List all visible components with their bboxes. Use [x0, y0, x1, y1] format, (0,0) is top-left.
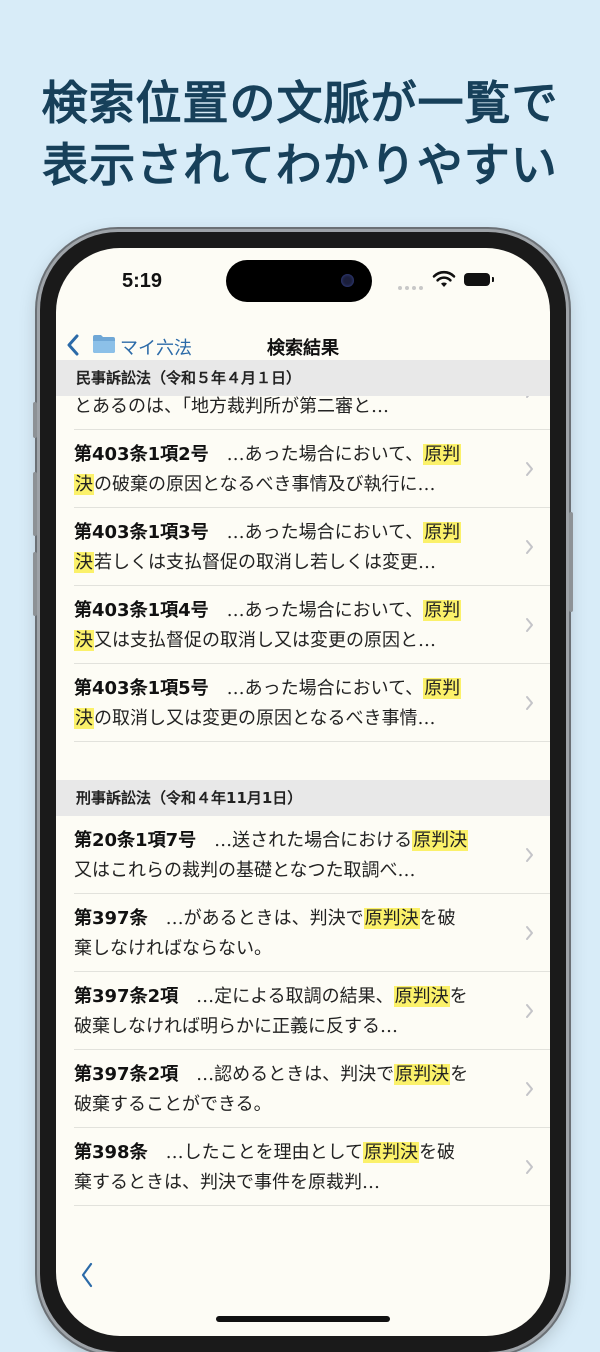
chevron-right-icon	[526, 848, 533, 862]
snippet-text: を	[450, 1064, 469, 1085]
result-row[interactable]: 第398条 …したことを理由として原判決を破棄するときは、判決で事件を原裁判…	[56, 1128, 550, 1206]
snippet-text: …送された場合における	[214, 830, 413, 851]
power-button	[569, 512, 573, 612]
article-label: 第397条	[74, 908, 148, 929]
article-label: 第397条2項	[74, 1064, 179, 1085]
status-time: 5:19	[122, 270, 163, 292]
article-label: 第403条1項2号	[74, 444, 209, 465]
snippet-text: …あった場合において、	[226, 678, 424, 699]
chevron-right-icon	[526, 462, 533, 476]
result-snippet: 第20条1項7号 …送された場合における原判決又はこれらの裁判の基礎となつた取調べ…	[74, 826, 494, 886]
snippet-text: の取消し又は変更の原因となるべき事情…	[94, 708, 436, 729]
home-indicator	[216, 1316, 390, 1322]
search-highlight: 原判	[423, 678, 462, 699]
search-highlight: 決	[74, 630, 94, 651]
phone-screen: 5:19 マイ六法 検索結果 民事訴訟法（令和５年４月１日）第327	[56, 248, 550, 1336]
search-highlight: 原判	[423, 600, 462, 621]
article-label: 第403条1項5号	[74, 678, 209, 699]
article-label: 第403条1項4号	[74, 600, 209, 621]
snippet-text: を破	[419, 908, 456, 929]
volume-down-button	[33, 552, 37, 616]
snippet-text: …したことを理由として	[165, 1142, 364, 1163]
promo-headline: 検索位置の文脈が一覧で 表示されてわかりやすい	[0, 72, 600, 196]
section-header: 刑事訴訟法（令和４年11月1日）	[56, 780, 550, 816]
result-snippet: 第403条1項2号 …あった場合において、原判決の破棄の原因となるべき事情及び執行…	[74, 440, 494, 500]
headline-line-2: 表示されてわかりやすい	[42, 138, 558, 192]
phone-frame: 5:19 マイ六法 検索結果 民事訴訟法（令和５年４月１日）第327	[33, 232, 573, 1352]
volume-up-button	[33, 472, 37, 536]
result-snippet: 第397条 …があるときは、判決で原判決を破棄しなければならない。	[74, 904, 494, 964]
snippet-text: …があるときは、判決で	[165, 908, 364, 929]
result-snippet: 第398条 …したことを理由として原判決を破棄するときは、判決で事件を原裁判…	[74, 1138, 494, 1198]
result-snippet: 第397条2項 …認めるときは、判決で原判決を破棄することができる。	[74, 1060, 494, 1120]
search-highlight: 原判決	[412, 830, 469, 851]
search-highlight: 原判決	[394, 1064, 451, 1085]
silent-switch	[33, 402, 37, 438]
result-row[interactable]: 第20条1項7号 …送された場合における原判決又はこれらの裁判の基礎となつた取調べ…	[56, 816, 550, 894]
search-results-list[interactable]: 民事訴訟法（令和５年４月１日）第327条2項…日二十一条第一項中「原判決」とある…	[56, 360, 550, 1220]
toolbar-back-icon[interactable]	[80, 1262, 94, 1288]
article-label: 第20条1項7号	[74, 830, 197, 851]
signal-icon	[398, 280, 430, 290]
chevron-right-icon	[526, 1160, 533, 1174]
snippet-text: 又はこれらの裁判の基礎となつた取調べ…	[74, 860, 416, 881]
camera-icon	[341, 274, 354, 287]
chevron-right-icon	[526, 540, 533, 554]
result-snippet: 第403条1項3号 …あった場合において、原判決若しくは支払督促の取消し若しくは変…	[74, 518, 494, 578]
snippet-text: とあるのは、「地方裁判所が第二審と…	[74, 396, 389, 417]
snippet-text: …定による取調の結果、	[196, 986, 394, 1007]
result-row[interactable]: 第403条1項4号 …あった場合において、原判決又は支払督促の取消し又は変更の原因…	[56, 586, 550, 664]
search-highlight: 決	[74, 708, 94, 729]
search-highlight: 決	[74, 474, 94, 495]
snippet-text: 棄するときは、判決で事件を原裁判…	[74, 1172, 380, 1193]
chevron-right-icon	[526, 1004, 533, 1018]
search-highlight: 原判	[423, 522, 462, 543]
wifi-icon	[432, 270, 456, 287]
snippet-text: …あった場合において、	[226, 600, 424, 621]
snippet-text: の破棄の原因となるべき事情及び執行に…	[94, 474, 436, 495]
search-highlight: 原判決	[363, 1142, 420, 1163]
search-highlight: 原判決	[393, 986, 450, 1007]
chevron-right-icon	[526, 696, 533, 710]
article-label: 第398条	[74, 1142, 148, 1163]
snippet-text: …認めるときは、判決で	[196, 1064, 395, 1085]
dynamic-island	[226, 260, 372, 302]
snippet-text: 破棄しなければ明らかに正義に反する…	[74, 1016, 398, 1037]
chevron-right-icon	[526, 618, 533, 632]
article-label: 第403条1項3号	[74, 522, 209, 543]
search-highlight: 決	[74, 552, 94, 573]
chevron-right-icon	[526, 1082, 533, 1096]
snippet-text: …あった場合において、	[226, 444, 424, 465]
result-snippet: 第403条1項4号 …あった場合において、原判決又は支払督促の取消し又は変更の原因…	[74, 596, 494, 656]
result-row[interactable]: 第397条 …があるときは、判決で原判決を破棄しなければならない。	[56, 894, 550, 972]
result-row[interactable]: 第403条1項3号 …あった場合において、原判決若しくは支払督促の取消し若しくは変…	[56, 508, 550, 586]
page-title: 検索結果	[267, 338, 339, 359]
section-header: 民事訴訟法（令和５年４月１日）	[56, 360, 550, 396]
snippet-text: 棄しなければならない。	[74, 938, 272, 959]
result-row[interactable]: 第397条2項 …認めるときは、判決で原判決を破棄することができる。	[56, 1050, 550, 1128]
snippet-text: 又は支払督促の取消し又は変更の原因と…	[94, 630, 436, 651]
headline-line-1: 検索位置の文脈が一覧で	[41, 76, 559, 130]
search-highlight: 原判	[423, 444, 462, 465]
snippet-text: 破棄することができる。	[74, 1094, 272, 1115]
battery-icon	[464, 273, 494, 286]
chevron-right-icon	[526, 926, 533, 940]
status-bar: 5:19	[56, 248, 550, 312]
result-row[interactable]: 第397条2項 …定による取調の結果、原判決を破棄しなければ明らかに正義に反する…	[56, 972, 550, 1050]
search-highlight: 原判決	[363, 908, 420, 929]
snippet-text: …あった場合において、	[226, 522, 424, 543]
result-row[interactable]: 第403条1項2号 …あった場合において、原判決の破棄の原因となるべき事情及び執行…	[56, 430, 550, 508]
result-snippet: 第397条2項 …定による取調の結果、原判決を破棄しなければ明らかに正義に反する…	[74, 982, 494, 1042]
result-snippet: 第403条1項5号 …あった場合において、原判決の取消し又は変更の原因となるべき事…	[74, 674, 494, 734]
article-label: 第397条2項	[74, 986, 179, 1007]
snippet-text: を破	[419, 1142, 456, 1163]
snippet-text: 若しくは支払督促の取消し若しくは変更…	[94, 552, 436, 573]
snippet-text: を	[449, 986, 468, 1007]
result-row[interactable]: 第403条1項5号 …あった場合において、原判決の取消し又は変更の原因となるべき事…	[56, 664, 550, 742]
